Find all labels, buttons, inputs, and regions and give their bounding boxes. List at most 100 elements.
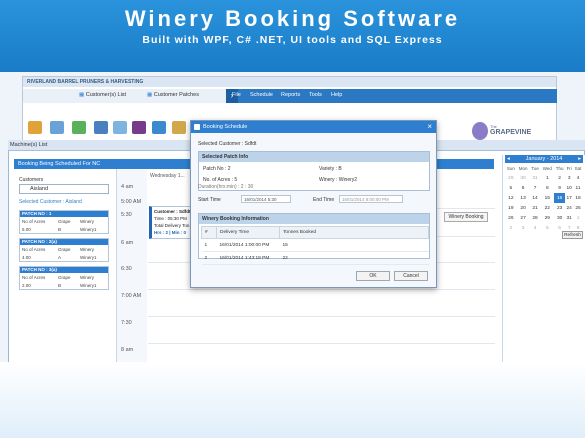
calendar-day[interactable]: 17 xyxy=(565,193,573,203)
user-icon[interactable] xyxy=(94,121,108,134)
patch-card[interactable]: PATCH NO : 3(a) No of Acres Grape Winery… xyxy=(19,266,109,290)
patch-no: Patch No : 2 xyxy=(203,166,231,172)
chevron-left-icon[interactable]: ◂ xyxy=(505,155,510,163)
patch-card[interactable]: PATCH NO : 1 No of Acres Grape Winery 5.… xyxy=(19,210,109,234)
menu-reports[interactable]: Reports xyxy=(281,92,300,98)
start-time-label: Start Time xyxy=(198,197,221,203)
dialog-title: Booking Schedule xyxy=(203,124,248,130)
patch-icon[interactable] xyxy=(50,121,64,134)
booking-event[interactable]: Customer : Sdfdt Time : 05:30 PM Total D… xyxy=(149,206,195,239)
calendar-day[interactable]: 20 xyxy=(517,203,530,213)
calendar-day[interactable]: 4 xyxy=(573,173,583,183)
patch-col-acres: No of Acres xyxy=(22,275,46,280)
calendar-day[interactable]: 1 xyxy=(541,173,554,183)
calendar-day[interactable]: 24 xyxy=(565,203,573,213)
calendar-day[interactable]: 25 xyxy=(573,203,583,213)
calendar-day[interactable]: 30 xyxy=(517,173,530,183)
calendar-day[interactable]: 31 xyxy=(565,213,573,223)
calendar-day[interactable]: 21 xyxy=(530,203,541,213)
calendar-day[interactable]: 13 xyxy=(517,193,530,203)
winery-booking-button[interactable]: Winery Booking xyxy=(444,212,488,222)
calendar-grid: Sun Mon Tue Wed Thu Fri Sat 29 30 31 1 2… xyxy=(505,164,583,233)
end-time-label: End Time xyxy=(313,197,335,203)
patch-acres-value: 5.00 xyxy=(22,227,31,232)
patch-winery-value: Winery1 xyxy=(80,227,97,232)
calendar-day[interactable]: 5 xyxy=(505,183,517,193)
duration-label: Duration(hrs:min) : 2 : 30 xyxy=(198,184,254,190)
calendar-day[interactable]: 19 xyxy=(505,203,517,213)
refresh-button[interactable]: Refresh xyxy=(562,231,583,239)
banner-title: Winery Booking Software xyxy=(124,6,461,31)
menu-help[interactable]: Help xyxy=(331,92,342,98)
patch-col-acres: No of Acres xyxy=(22,247,46,252)
calendar-day[interactable]: 2 xyxy=(505,223,517,233)
calendar-day[interactable]: 9 xyxy=(554,183,565,193)
calendar-header: ◂ January - 2014 ▸ xyxy=(505,155,583,163)
chevron-right-icon[interactable]: ▸ xyxy=(578,155,583,163)
calendar-day[interactable]: 4 xyxy=(530,223,541,233)
event-customer: Customer : Sdfdt xyxy=(154,209,191,214)
nav-customer-patches[interactable]: ▦ Customer Patches xyxy=(147,92,199,98)
customer-dropdown-value: Aisland xyxy=(30,186,49,192)
close-icon[interactable]: × xyxy=(427,122,432,131)
day-header: Mon xyxy=(518,166,528,171)
patch-col-acres: No of Acres xyxy=(22,219,46,224)
calendar-day[interactable]: 7 xyxy=(530,183,541,193)
end-time-input[interactable]: 16/01/2014 8:00:00 PM xyxy=(339,195,403,203)
time-label: 8 am xyxy=(121,347,134,353)
calendar-day[interactable]: 11 xyxy=(573,183,583,193)
calendar-day[interactable]: 14 xyxy=(530,193,541,203)
patch-col-winery: Winery xyxy=(80,275,95,280)
menu-bar xyxy=(226,89,557,103)
calendar-day[interactable]: 29 xyxy=(505,173,517,183)
calendar-day[interactable]: 2 xyxy=(554,173,565,183)
app-icon xyxy=(194,124,200,130)
day-header: Wednesday 1... xyxy=(150,173,185,179)
customer-icon[interactable] xyxy=(28,121,42,134)
menu-tools[interactable]: Tools xyxy=(309,92,322,98)
calendar-day[interactable]: 22 xyxy=(541,203,554,213)
calendar-day[interactable]: 6 xyxy=(517,183,530,193)
machine-icon[interactable] xyxy=(72,121,86,134)
ok-button[interactable]: OK xyxy=(356,271,390,281)
calendar-day[interactable]: 18 xyxy=(573,193,583,203)
start-time-input[interactable]: 16/01/2014 5:30 xyxy=(241,195,291,203)
calendar-day[interactable]: 12 xyxy=(505,193,517,203)
calendar-day[interactable]: 10 xyxy=(565,183,573,193)
patch-grape-value: A xyxy=(58,255,62,260)
selected-customer-label: Selected Customer : Aisland xyxy=(19,199,82,205)
patch-card[interactable]: PATCH NO : 2(a) No of Acres Grape Winery… xyxy=(19,238,109,262)
cancel-button[interactable]: Cancel xyxy=(394,271,428,281)
calendar-day[interactable]: 23 xyxy=(554,203,565,213)
calendar-icon[interactable] xyxy=(113,121,127,134)
calendar-day[interactable]: 27 xyxy=(517,213,530,223)
booking-table: # Delivery Time Tonnes Booked 1 16/01/20… xyxy=(201,226,429,265)
calendar-day[interactable]: 3 xyxy=(517,223,530,233)
calendar-day-selected[interactable]: 16 xyxy=(553,193,566,203)
grape-icon[interactable] xyxy=(132,121,146,134)
calendar-day[interactable]: 1 xyxy=(573,213,583,223)
folder-icon[interactable] xyxy=(172,121,186,134)
patch-winery-value: Winery1 xyxy=(80,283,97,288)
calendar-day[interactable]: 28 xyxy=(530,213,541,223)
day-header: Tue xyxy=(531,166,539,171)
calendar-day[interactable]: 29 xyxy=(541,213,554,223)
customer-dropdown[interactable]: Aisland xyxy=(19,184,109,194)
menu-schedule[interactable]: Schedule xyxy=(250,92,273,98)
variety: Variety : B xyxy=(319,166,342,172)
report-icon[interactable] xyxy=(152,121,166,134)
table-row[interactable]: 2 16/01/2014 1:43:18 PM 22 xyxy=(201,251,429,265)
calendar-day[interactable]: 30 xyxy=(554,213,565,223)
calendar-day[interactable]: 26 xyxy=(505,213,517,223)
table-row[interactable]: 1 16/01/2014 1:00:00 PM 15 xyxy=(201,238,429,252)
calendar-day[interactable]: 8 xyxy=(541,183,554,193)
patch-info-header: Selected Patch Info xyxy=(199,152,429,162)
calendar-day[interactable]: 15 xyxy=(541,193,554,203)
nav-customers-list[interactable]: ▦ Customer(s) List xyxy=(79,92,126,98)
cell: 1 xyxy=(201,238,217,252)
menu-file[interactable]: File xyxy=(232,92,241,98)
calendar-day[interactable]: 3 xyxy=(565,173,573,183)
winery-booking-header: Winery Booking Information xyxy=(199,214,429,224)
calendar-day[interactable]: 31 xyxy=(530,173,541,183)
calendar-day[interactable]: 5 xyxy=(541,223,554,233)
